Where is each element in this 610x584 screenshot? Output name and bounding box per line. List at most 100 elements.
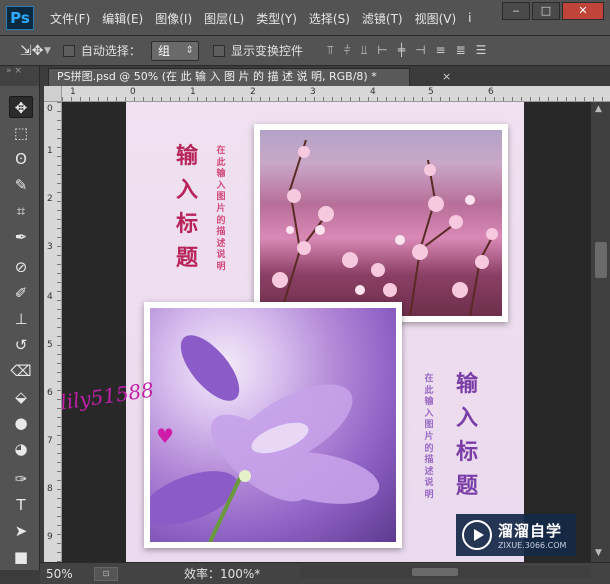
align-left-icon[interactable]: ⊢ (377, 43, 387, 58)
ruler-label: 5 (47, 340, 53, 350)
blur-tool-icon[interactable]: ● (9, 412, 33, 434)
clone-stamp-tool-icon[interactable]: ⊥ (9, 308, 33, 330)
horizontal-scrollbar[interactable] (300, 566, 590, 578)
desc-char: 入 (424, 408, 434, 419)
canvas-workspace[interactable]: 输 入 标 题 在 此 输 入 图 片 的 描 述 说 明 输 入 标 题 在 … (62, 102, 590, 562)
paint-bucket-tool-icon[interactable]: ⬙ (9, 386, 33, 408)
blossom-branches-illustration (272, 139, 498, 316)
pen-tool-icon[interactable]: ✑ (9, 468, 33, 490)
history-brush-tool-icon[interactable]: ↺ (9, 334, 33, 356)
crop-tool-icon[interactable]: ⌗ (9, 200, 33, 222)
scroll-up-icon[interactable]: ▲ (595, 104, 602, 114)
quick-select-tool-icon[interactable]: ✎ (9, 174, 33, 196)
align-bottom-icon[interactable]: ⫫ (361, 43, 368, 58)
lasso-tool-icon[interactable]: ʘ (9, 148, 33, 170)
vertical-scroll-thumb[interactable] (595, 242, 607, 278)
close-button[interactable]: ✕ (562, 2, 604, 20)
maximize-button[interactable]: □ (532, 2, 560, 20)
minimize-button[interactable]: ‒ (502, 2, 530, 20)
vertical-scrollbar[interactable]: ▲ ▼ (590, 102, 610, 562)
options-bar: ⇲✥ ▼ 自动选择： 组 显示变换控件 ⫪ ⫩ ⫫ ⊢ ╪ ⊣ ≡ ≣ ☰ (0, 36, 610, 66)
distribute-center-icon[interactable]: ≣ (456, 43, 466, 58)
tools-panel: ✥ ⬚ ʘ ✎ ⌗ ✒ ⊘ ✐ ⊥ ↺ ⌫ ⬙ ● ◕ ✑ T ➤ ■ (0, 86, 40, 570)
auto-select-checkbox[interactable] (62, 44, 75, 57)
marquee-tool-icon[interactable]: ⬚ (9, 122, 33, 144)
menu-edit[interactable]: 编辑(E) (96, 10, 149, 27)
horizontal-ruler[interactable]: 1 0 1 2 3 4 5 6 (62, 86, 610, 102)
desc-char: 此 (424, 385, 434, 396)
bellflower-illustration (150, 335, 380, 542)
ruler-label: 3 (47, 242, 53, 252)
ruler-label: 6 (488, 87, 494, 97)
desc-char: 说 (424, 478, 434, 489)
ruler-label: 8 (47, 484, 53, 494)
document-tab[interactable]: PS拼图.psd @ 50% (在 此 输 入 图 片 的 描 述 说 明, R… (48, 68, 410, 86)
chevron-down-icon[interactable]: ▼ (44, 46, 51, 56)
move-tool-icon[interactable]: ✥ (9, 96, 33, 118)
ruler-origin[interactable] (44, 86, 62, 102)
desc-char: 此 (216, 157, 226, 168)
blossom-photo[interactable] (254, 124, 508, 322)
ruler-label: 4 (47, 292, 53, 302)
vertical-ruler[interactable]: 0 1 2 3 4 5 6 7 8 9 (44, 102, 62, 562)
title-char: 输 (455, 372, 478, 397)
eraser-tool-icon[interactable]: ⌫ (9, 360, 33, 382)
brand-url: ZIXUE.3066.COM (498, 541, 567, 550)
main-menu: 文件(F) 编辑(E) 图像(I) 图层(L) 类型(Y) 选择(S) 滤镜(T… (44, 0, 478, 36)
type-tool-icon[interactable]: T (9, 494, 33, 516)
desc-char: 明 (216, 261, 226, 272)
brand-watermark: 溜溜自学 ZIXUE.3066.COM (456, 514, 576, 556)
distribute-top-icon[interactable]: ≡ (436, 43, 446, 58)
zoom-level[interactable]: 50% (40, 567, 88, 581)
title-text-2[interactable]: 输 入 标 题 (452, 368, 482, 504)
bellflower-image (150, 308, 396, 542)
desc-char: 输 (216, 169, 226, 180)
auto-select-dropdown[interactable]: 组 (150, 40, 199, 61)
menu-filter[interactable]: 滤镜(T) (356, 10, 409, 27)
healing-brush-tool-icon[interactable]: ⊘ (9, 256, 33, 278)
desc-char: 述 (424, 466, 434, 477)
desc-char: 图 (424, 420, 434, 431)
eyedropper-tool-icon[interactable]: ✒ (9, 226, 33, 248)
title-text-1[interactable]: 输 入 标 题 (172, 140, 202, 276)
title-char: 入 (175, 178, 198, 203)
document-canvas[interactable]: 输 入 标 题 在 此 输 入 图 片 的 描 述 说 明 输 入 标 题 在 … (126, 102, 524, 562)
align-top-icon[interactable]: ⫪ (327, 43, 334, 58)
menu-file[interactable]: 文件(F) (44, 10, 96, 27)
ruler-label: 6 (47, 388, 53, 398)
shape-tool-icon[interactable]: ■ (9, 546, 33, 568)
dodge-tool-icon[interactable]: ◕ (9, 438, 33, 460)
align-right-icon[interactable]: ⊣ (415, 43, 425, 58)
menu-type[interactable]: 类型(Y) (250, 10, 303, 27)
horizontal-scroll-thumb[interactable] (412, 568, 458, 576)
brush-tool-icon[interactable]: ✐ (9, 282, 33, 304)
move-tool-icon[interactable]: ⇲✥ (20, 43, 44, 59)
distribute-bottom-icon[interactable]: ☰ (476, 43, 487, 58)
tools-panel-grip[interactable]: » × (0, 66, 40, 86)
menu-view[interactable]: 视图(V) (409, 10, 463, 27)
menu-layer[interactable]: 图层(L) (198, 10, 250, 27)
align-vcenter-icon[interactable]: ⫩ (344, 43, 351, 58)
brand-name: 溜溜自学 (498, 522, 563, 540)
close-icon[interactable]: × (442, 70, 451, 83)
desc-char: 描 (216, 227, 226, 238)
ruler-label: 4 (370, 87, 376, 97)
bellflower-photo[interactable] (144, 302, 402, 548)
desc-char: 在 (424, 374, 434, 384)
description-text-2[interactable]: 在 此 输 入 图 片 的 描 述 说 明 (423, 374, 435, 502)
show-transform-checkbox[interactable] (212, 44, 225, 57)
ruler-label: 1 (47, 146, 53, 156)
align-hcenter-icon[interactable]: ╪ (398, 43, 405, 58)
desc-char: 图 (216, 192, 226, 203)
menu-overflow[interactable]: i (462, 11, 477, 25)
desc-char: 述 (216, 238, 226, 249)
description-text-1[interactable]: 在 此 输 入 图 片 的 描 述 说 明 (215, 146, 227, 274)
menu-image[interactable]: 图像(I) (149, 10, 198, 27)
scroll-down-icon[interactable]: ▼ (595, 548, 602, 558)
document-info-icon[interactable]: ⊡ (94, 566, 118, 581)
ruler-label: 0 (130, 87, 136, 97)
photoshop-logo: Ps (6, 6, 34, 30)
title-char: 标 (175, 212, 198, 237)
path-selection-tool-icon[interactable]: ➤ (9, 520, 33, 542)
menu-select[interactable]: 选择(S) (303, 10, 356, 27)
